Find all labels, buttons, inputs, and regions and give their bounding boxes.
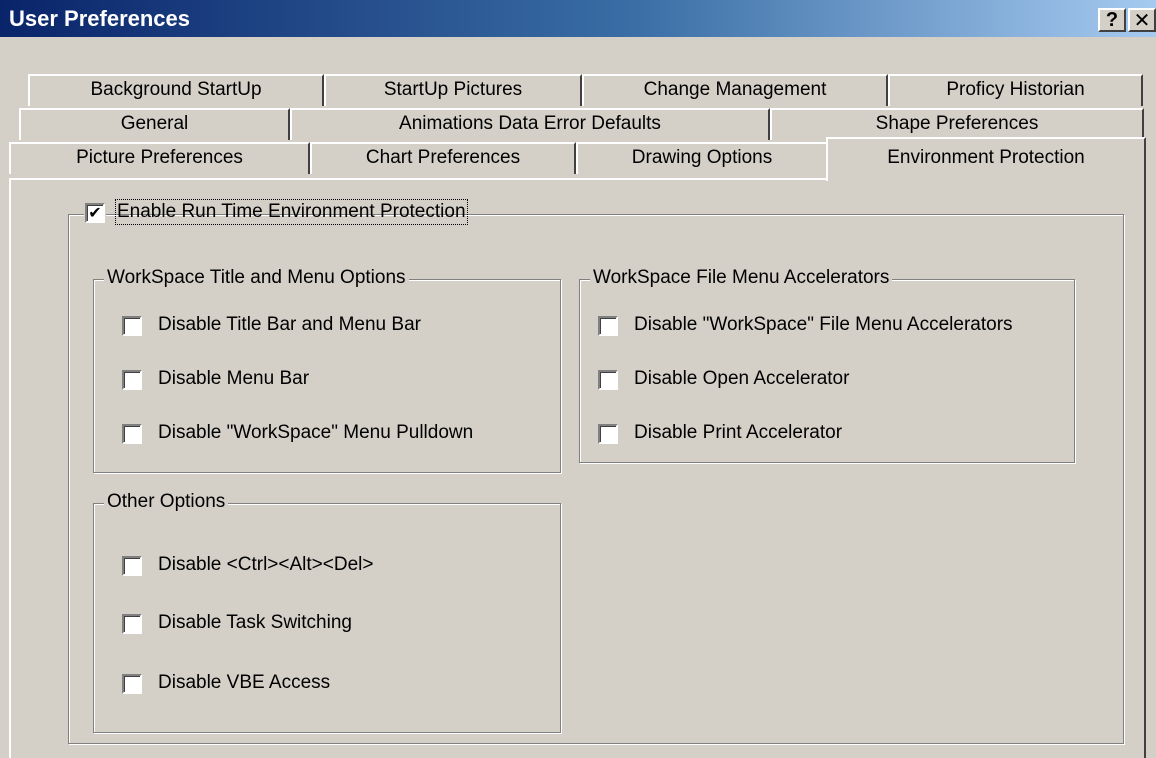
group-title: WorkSpace Title and Menu Options [104, 267, 409, 289]
other-options-group: Other Options Disable <Ctrl><Alt><Del> D… [93, 491, 561, 733]
tab-proficy-historian[interactable]: Proficy Historian [888, 74, 1143, 106]
checkbox-label: Disable Menu Bar [158, 368, 310, 389]
checkbox-label: Disable Title Bar and Menu Bar [158, 314, 421, 335]
tab-shape-preferences[interactable]: Shape Preferences [770, 108, 1144, 140]
checkbox-box[interactable] [121, 315, 143, 337]
user-preferences-dialog: User Preferences ? ✕ Background StartUp … [0, 0, 1156, 758]
tab-general[interactable]: General [19, 108, 290, 140]
checkbox-box[interactable] [597, 423, 619, 445]
checkbox-label: Disable Task Switching [158, 612, 352, 633]
tab-environment-protection[interactable]: Environment Protection [826, 137, 1146, 181]
checkbox-label: Disable Open Accelerator [634, 368, 850, 389]
environment-protection-page: ✔ Enable Run Time Environment Protection… [9, 178, 1146, 758]
tab-drawing-options[interactable]: Drawing Options [576, 142, 828, 174]
tab-picture-preferences[interactable]: Picture Preferences [9, 142, 310, 174]
checkbox-box[interactable] [121, 555, 143, 577]
enable-protection-box[interactable]: ✔ [84, 202, 106, 224]
tab-startup-pictures[interactable]: StartUp Pictures [324, 74, 582, 106]
environment-protection-group: ✔ Enable Run Time Environment Protection… [68, 199, 1124, 744]
checkbox-box[interactable] [121, 673, 143, 695]
checkbox-box[interactable] [121, 613, 143, 635]
workspace-title-menu-group: WorkSpace Title and Menu Options Disable… [93, 267, 561, 473]
checkbox-box[interactable] [597, 369, 619, 391]
title-bar: User Preferences ? ✕ [0, 0, 1156, 37]
checkbox-label: Disable "WorkSpace" Menu Pulldown [158, 422, 474, 443]
workspace-file-menu-accelerators-group: WorkSpace File Menu Accelerators Disable… [579, 267, 1075, 463]
window-title: User Preferences [9, 6, 191, 31]
enable-protection-label: Enable Run Time Environment Protection [115, 199, 468, 225]
enable-protection-checkbox[interactable]: ✔ Enable Run Time Environment Protection [84, 199, 468, 227]
help-button[interactable]: ? [1098, 8, 1126, 32]
group-title: Other Options [104, 491, 229, 513]
checkbox-label: Disable <Ctrl><Alt><Del> [158, 554, 374, 575]
checkbox-box[interactable] [121, 369, 143, 391]
tab-animations-data-error-defaults[interactable]: Animations Data Error Defaults [290, 108, 770, 140]
group-title: WorkSpace File Menu Accelerators [590, 267, 893, 289]
close-button[interactable]: ✕ [1128, 8, 1156, 32]
check-icon: ✔ [88, 203, 102, 222]
checkbox-label: Disable "WorkSpace" File Menu Accelerato… [634, 314, 1013, 335]
tab-chart-preferences[interactable]: Chart Preferences [310, 142, 576, 174]
tab-background-startup[interactable]: Background StartUp [28, 74, 324, 106]
tab-change-management[interactable]: Change Management [582, 74, 888, 106]
checkbox-box[interactable] [597, 315, 619, 337]
checkbox-label: Disable Print Accelerator [634, 422, 843, 443]
checkbox-label: Disable VBE Access [158, 672, 331, 693]
checkbox-box[interactable] [121, 423, 143, 445]
